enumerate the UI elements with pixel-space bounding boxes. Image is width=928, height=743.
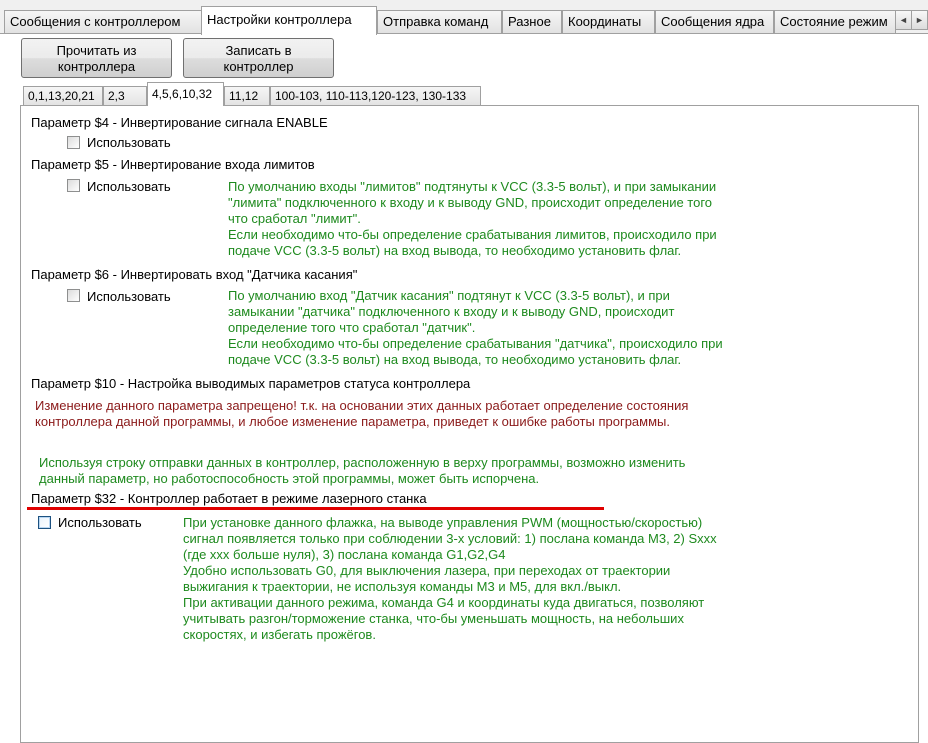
- param5-desc-line: Если необходимо что-бы определение сраба…: [228, 227, 717, 242]
- param6-desc-line: замыкании "датчика" подключенного к вход…: [228, 304, 675, 319]
- write-button-label-line2: контроллер: [223, 59, 294, 74]
- tab-controller-messages[interactable]: Сообщения с контроллером: [4, 10, 203, 33]
- param5-desc-line: "лимита" подключенного к входу и к вывод…: [228, 195, 713, 210]
- param4-checkbox[interactable]: [67, 136, 80, 149]
- param6-desc-line: По умолчанию вход "Датчик касания" подтя…: [228, 288, 670, 303]
- subtab-100-133[interactable]: 100-103, 110-113,120-123, 130-133: [270, 86, 481, 105]
- param5-checkbox[interactable]: [67, 179, 80, 192]
- param10-note-line: данный параметр, но работоспособность эт…: [39, 471, 540, 486]
- tab-send-commands[interactable]: Отправка команд: [377, 10, 502, 33]
- tab-coordinates[interactable]: Координаты: [562, 10, 655, 33]
- param6-title: Параметр $6 - Инвертировать вход "Датчик…: [31, 267, 358, 282]
- param32-checkbox[interactable]: [38, 516, 51, 529]
- param32-desc-line: учитывать разгон/торможение станка, что-…: [183, 611, 684, 626]
- param10-title: Параметр $10 - Настройка выводимых парам…: [31, 376, 471, 391]
- tab-controller-settings[interactable]: Настройки контроллера: [201, 6, 377, 35]
- read-from-controller-button[interactable]: Прочитать из контроллера: [21, 38, 172, 78]
- param32-desc-line: выжигания к траектории, не используя ком…: [183, 579, 622, 594]
- param32-title: Параметр $32 - Контроллер работает в реж…: [31, 491, 427, 506]
- tab-misc[interactable]: Разное: [502, 10, 562, 33]
- param5-desc-line: подаче VCC (3.3-5 вольт) на вход вывода,…: [228, 243, 682, 258]
- tab-mode-state[interactable]: Состояние режим: [774, 10, 896, 33]
- param32-desc-line: скоростях, и избегать прожёгов.: [183, 627, 376, 642]
- param32-desc-line: сигнал появляется только при соблюдении …: [183, 531, 717, 546]
- param32-desc-line: Удобно использовать G0, для выключения л…: [183, 563, 671, 578]
- param6-checkbox[interactable]: [67, 289, 80, 302]
- tab-scroll-right-button[interactable]: ►: [911, 10, 928, 30]
- param6-desc-line: Если необходимо что-бы определение сраба…: [228, 336, 723, 351]
- param6-desc-line: определение того что сработал "датчик".: [228, 320, 476, 335]
- param32-desc-line: При установке данного флажка, на выводе …: [183, 515, 703, 530]
- param32-desc-line: (где xxx больше нуля), 3) послана команд…: [183, 547, 506, 562]
- param32-red-underline: [27, 507, 604, 510]
- param4-title: Параметр $4 - Инвертирование сигнала ENA…: [31, 115, 328, 130]
- settings-panel: Прочитать из контроллера Записать в конт…: [0, 34, 928, 743]
- subtab-11-12[interactable]: 11,12: [224, 86, 270, 105]
- tab-scroll-left-button[interactable]: ◄: [895, 10, 912, 30]
- param5-checkbox-label[interactable]: Использовать: [87, 179, 171, 194]
- subtab-4-5-6-10-32[interactable]: 4,5,6,10,32: [147, 82, 224, 106]
- param4-checkbox-label[interactable]: Использовать: [87, 135, 171, 150]
- write-to-controller-button[interactable]: Записать в контроллер: [183, 38, 334, 78]
- param10-warning-line: контроллера данной программы, и любое из…: [35, 414, 670, 429]
- param5-title: Параметр $5 - Инвертирование входа лимит…: [31, 157, 315, 172]
- arrow-right-icon: ►: [915, 15, 924, 25]
- arrow-left-icon: ◄: [899, 15, 908, 25]
- params-content: Параметр $4 - Инвертирование сигнала ENA…: [20, 105, 919, 743]
- write-button-label-line1: Записать в: [225, 43, 292, 58]
- main-tab-strip: Сообщения с контроллером Настройки контр…: [0, 0, 928, 35]
- param5-desc-line: По умолчанию входы "лимитов" подтянуты к…: [228, 179, 717, 194]
- subtab-0-1-13-20-21[interactable]: 0,1,13,20,21: [23, 86, 103, 105]
- subtab-2-3[interactable]: 2,3: [103, 86, 147, 105]
- param6-desc-line: подаче VCC (3.3-5 вольт) на вход вывода,…: [228, 352, 682, 367]
- param6-checkbox-label[interactable]: Использовать: [87, 289, 171, 304]
- param32-desc-line: При активации данного режима, команда G4…: [183, 595, 705, 610]
- read-button-label-line2: контроллера: [57, 59, 136, 74]
- param32-checkbox-label[interactable]: Использовать: [58, 515, 142, 530]
- param5-desc-line: что сработал "лимит".: [228, 211, 361, 226]
- param10-note-line: Используя строку отправки данных в контр…: [39, 455, 686, 470]
- read-button-label-line1: Прочитать из: [56, 43, 137, 58]
- param10-warning-line: Изменение данного параметра запрещено! т…: [35, 398, 689, 413]
- tab-core-messages[interactable]: Сообщения ядра: [655, 10, 774, 33]
